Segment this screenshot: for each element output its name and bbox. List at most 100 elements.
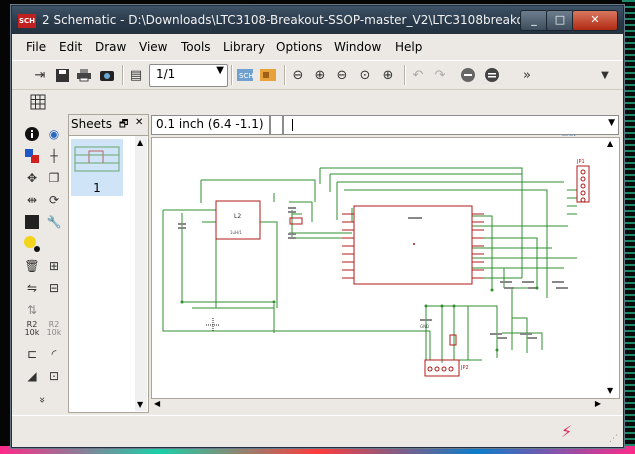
undo-icon[interactable]: ↶ xyxy=(408,65,428,85)
minimize-button[interactable]: _ xyxy=(520,10,548,31)
main-toolbar: ⇥ ▤ 1/1 ▼ SCH ⊖ ⊕ ⊖ ⊙ ⊕ ↶ ↷ » ▼ xyxy=(12,60,623,138)
title-bar[interactable]: SCH 2 Schematic - D:\Downloads\LTC3108-B… xyxy=(12,6,623,34)
save-icon[interactable] xyxy=(52,65,72,85)
maximize-button[interactable]: □ xyxy=(546,10,574,31)
menu-window[interactable]: Window xyxy=(334,40,381,54)
info-icon[interactable] xyxy=(22,124,42,144)
open-icon[interactable]: ⇥ xyxy=(30,65,50,85)
camera-icon[interactable] xyxy=(97,65,117,85)
zoom-minus-icon[interactable]: ⊖ xyxy=(332,65,352,85)
left-tool-palette: ◉ ┼ ✥ ❐ ⇹ ⟳ 🔧 🗑 ⊞ ⇋ ⊟ ⇅ R2 10k R2 10k ⊏ … xyxy=(12,116,67,414)
zoom-out-icon[interactable]: ⊖ xyxy=(288,65,308,85)
grid-toggle-button[interactable] xyxy=(270,115,283,135)
sheet-stack-icon[interactable]: ▤ xyxy=(126,65,146,85)
chevron-down-icon[interactable]: ▼ xyxy=(595,65,615,85)
connector-jp2-label: JP2 xyxy=(460,365,469,371)
canvas-horizontal-scrollbar[interactable]: ◀ ▶ xyxy=(151,397,604,411)
scroll-right-icon[interactable]: ▶ xyxy=(595,399,601,408)
sheet-thumbnail[interactable]: 1 xyxy=(71,139,123,196)
sheet-number: 1 xyxy=(93,181,101,195)
menu-draw[interactable]: Draw xyxy=(95,40,126,54)
schematic-mode-icon[interactable]: SCH xyxy=(235,65,255,85)
redo-icon[interactable]: ↷ xyxy=(430,65,450,85)
grid-icon[interactable] xyxy=(28,92,48,112)
pcb-mode-icon[interactable] xyxy=(258,65,278,85)
stop-icon[interactable] xyxy=(458,65,478,85)
close-button[interactable]: ✕ xyxy=(572,10,618,31)
scroll-down-icon[interactable]: ▼ xyxy=(607,386,613,395)
layer-color-icon[interactable] xyxy=(22,146,42,166)
replace-icon[interactable]: ⇋ xyxy=(22,278,42,298)
miter-icon[interactable]: ◜ xyxy=(44,344,64,364)
sheet-selector-value: 1/1 xyxy=(156,67,176,81)
sheets-title: Sheets xyxy=(71,117,112,131)
zoom-fit-icon[interactable]: ⊙ xyxy=(355,65,375,85)
ic-left-sublabel: 1uH/1 xyxy=(230,230,242,235)
window-title: 2 Schematic - D:\Downloads\LTC3108-Break… xyxy=(42,13,548,27)
resize-grip-icon[interactable]: ⋰ xyxy=(609,434,618,444)
r2-value-tool[interactable]: R2 10k xyxy=(22,319,42,339)
canvas-vertical-scrollbar[interactable]: ▲ ▼ xyxy=(604,137,618,397)
menu-edit[interactable]: Edit xyxy=(59,40,82,54)
chevron-down-icon: ▼ xyxy=(216,65,224,76)
add-part-icon[interactable]: ⊞ xyxy=(44,256,64,276)
cursor-crosshair xyxy=(206,318,220,332)
highlight-icon[interactable] xyxy=(22,234,42,254)
menu-view[interactable]: View xyxy=(139,40,167,54)
pause-icon[interactable] xyxy=(482,65,502,85)
sheets-panel: Sheets 🗗 ✕ 1 ▲ ▼ xyxy=(68,114,149,413)
smash-icon[interactable]: ⊡ xyxy=(44,366,64,386)
mirror-icon[interactable]: ⇹ xyxy=(22,190,42,210)
print-icon[interactable] xyxy=(74,65,94,85)
rectangle-icon[interactable] xyxy=(22,212,42,232)
sheet-selector[interactable]: 1/1 ▼ xyxy=(149,64,228,87)
scroll-up-icon[interactable]: ▲ xyxy=(137,138,143,147)
sheets-scrollbar[interactable]: ▲ ▼ xyxy=(135,136,147,411)
scroll-left-icon[interactable]: ◀ xyxy=(154,399,160,408)
chevron-down-icon[interactable]: ▼ xyxy=(608,118,615,128)
toolbar-overflow-icon[interactable]: » xyxy=(517,65,537,85)
scroll-down-icon[interactable]: ▼ xyxy=(137,400,143,409)
sheet-thumbnail-preview xyxy=(74,146,120,172)
gate-icon[interactable]: ⊟ xyxy=(44,278,64,298)
menu-help[interactable]: Help xyxy=(395,40,422,54)
toolbar-separator xyxy=(231,65,233,85)
copy-icon[interactable]: ❐ xyxy=(44,168,64,188)
r2-value: 10k xyxy=(24,328,40,337)
schematic-window: SCH 2 Schematic - D:\Downloads\LTC3108-B… xyxy=(11,5,624,448)
zoom-area-icon[interactable]: ⊕ xyxy=(378,65,398,85)
r2-name-tool[interactable]: R2 10k xyxy=(44,319,64,339)
r2-name-value: 10k xyxy=(46,328,62,337)
more-tools-icon[interactable]: » xyxy=(33,390,53,410)
toolbar-separator xyxy=(284,65,286,85)
move-icon[interactable]: ✥ xyxy=(22,168,42,188)
menu-options[interactable]: Options xyxy=(276,40,322,54)
close-icon[interactable]: ✕ xyxy=(135,117,143,128)
rotate-icon[interactable]: ⟳ xyxy=(44,190,64,210)
resistor-part xyxy=(449,334,457,346)
wires xyxy=(162,167,577,363)
command-input[interactable]: ▼ xyxy=(283,115,619,135)
menu-library[interactable]: Library xyxy=(223,40,265,54)
menu-tools[interactable]: Tools xyxy=(181,40,211,54)
pin-icon[interactable]: 🗗 xyxy=(119,117,128,134)
optimize-icon[interactable]: ◢ xyxy=(22,366,42,386)
schematic-drawing: JP1 JP2 L2 1uH/1 GND xyxy=(162,159,590,377)
split-icon[interactable]: ⊏ xyxy=(22,344,42,364)
lightning-icon[interactable]: ⚡ xyxy=(561,422,572,441)
wrench-icon[interactable]: 🔧 xyxy=(44,212,64,232)
gnd-label: GND xyxy=(420,324,429,329)
coordinate-display: 0.1 inch (6.4 -1.1) xyxy=(151,115,270,135)
text-cursor xyxy=(292,119,293,131)
eye-icon[interactable]: ◉ xyxy=(44,124,64,144)
connector-jp1-label: JP1 xyxy=(576,159,585,165)
menu-file[interactable]: File xyxy=(26,40,46,54)
pinswap-icon[interactable]: ⇅ xyxy=(22,300,42,320)
origin-icon[interactable]: ┼ xyxy=(44,146,64,166)
schematic-canvas[interactable]: JP1 JP2 L2 1uH/1 GND xyxy=(151,137,620,399)
parts xyxy=(215,165,590,377)
sheets-header: Sheets 🗗 ✕ xyxy=(69,115,148,136)
scroll-up-icon[interactable]: ▲ xyxy=(607,139,613,148)
delete-icon[interactable]: 🗑 xyxy=(22,256,42,276)
zoom-in-icon[interactable]: ⊕ xyxy=(310,65,330,85)
